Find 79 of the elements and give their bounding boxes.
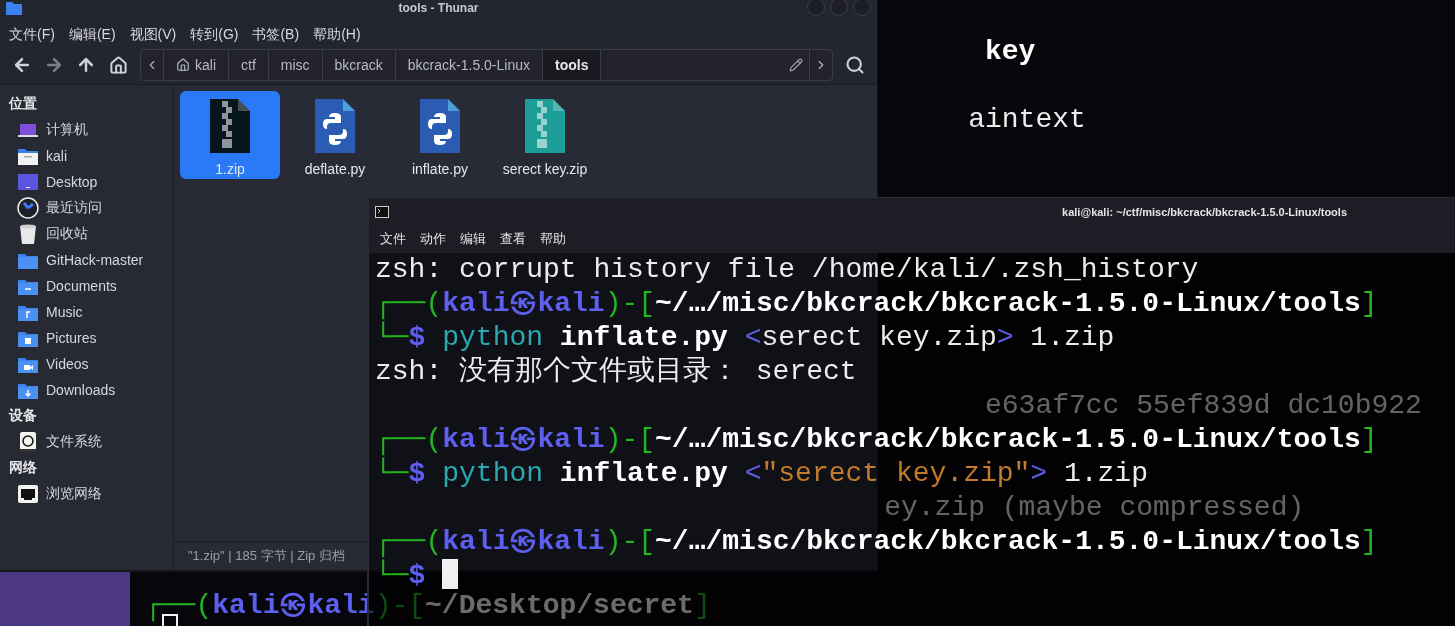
sidebar-heading: 网络 (8, 458, 38, 477)
terminal-line: aintext (968, 103, 1086, 137)
sidebar-label: Downloads (46, 382, 116, 398)
menu-item[interactable]: 转到(G) (183, 24, 246, 46)
menu-item[interactable]: 文件(F) (2, 24, 62, 46)
sidebar-label: Desktop (46, 174, 98, 190)
sidebar-label: 浏览网络 (46, 485, 102, 503)
arrow-right-icon (44, 55, 64, 75)
path-segment[interactable]: kali (164, 50, 229, 80)
terminal-line: zsh: 没有那个文件或目录： serect (375, 355, 857, 389)
menu-item[interactable]: 编辑 (453, 230, 493, 248)
path-segment[interactable]: tools (543, 50, 602, 80)
sidebar-item[interactable]: GitHack-master (0, 247, 173, 273)
sidebar-label: Videos (46, 356, 89, 372)
sidebar-label: 计算机 (46, 121, 88, 139)
sidebar-item[interactable]: 最近访问 (0, 195, 173, 221)
sidebar-item[interactable]: 浏览网络 (0, 481, 173, 507)
pencil-icon (789, 58, 803, 72)
file-name: deflate.py (304, 161, 366, 177)
sidebar-label: 文件系统 (46, 433, 102, 451)
home-icon (108, 55, 128, 75)
sidebar-heading: 设备 (7, 406, 38, 425)
path-segment[interactable]: misc (268, 50, 323, 80)
file-name: inflate.py (411, 161, 468, 177)
terminal-icon (375, 205, 389, 218)
file-item[interactable]: deflate.py (285, 91, 385, 179)
home-folder-icon (17, 146, 39, 166)
path-segment[interactable]: ctf (229, 50, 269, 80)
terminal-line: ┌──(kali㉿kali)-[~/…/misc/bkcrack/bkcrack-1.5.0-Linux/tools] (375, 423, 1378, 457)
search-icon (845, 55, 865, 75)
sidebar-label: Pictures (46, 330, 97, 346)
sidebar-item[interactable]: 文件系统 (0, 429, 173, 455)
sidebar-item[interactable]: Documents (0, 273, 173, 299)
path-segment[interactable]: bkcrack (322, 50, 396, 80)
terminal-line: ey.zip (maybe compressed) (884, 491, 1305, 525)
terminal-line: ┌──(kali㉿kali)-[~/…/misc/bkcrack/bkcrack-1.5.0-Linux/tools] (375, 525, 1378, 559)
menu-item[interactable]: 帮助 (533, 230, 573, 248)
menu-item[interactable]: 视图(V) (122, 24, 184, 46)
path-segment[interactable]: bkcrack-1.5.0-Linux (395, 50, 543, 80)
terminal-line: zsh: corrupt history file /home/kali/.zsh_history (375, 253, 1199, 287)
menu-item[interactable]: 帮助(H) (306, 24, 368, 46)
sidebar-item[interactable]: 回收站 (0, 221, 173, 247)
terminal-line: └─$ python inflate.py <serect key.zip> 1.zip (375, 321, 1115, 355)
file-name: 1.zip (215, 161, 245, 177)
menu-item[interactable]: 文件 (373, 230, 413, 248)
sidebar-item[interactable]: kali (0, 143, 173, 169)
home-icon (176, 58, 190, 72)
sidebar-label: Music (46, 304, 83, 320)
sidebar-label: Documents (46, 278, 117, 294)
terminal-line: key (985, 35, 1036, 69)
sidebar-item[interactable]: Downloads (0, 377, 173, 403)
trash-icon (17, 223, 39, 245)
terminal-line: e63af7cc 55ef839d dc10b922 (985, 389, 1422, 423)
network-port-icon (17, 484, 39, 504)
terminal-line: └─$ python inflate.py <"serect key.zip"> 1.zip (375, 457, 1148, 491)
sidebar-item[interactable]: Desktop (0, 169, 173, 195)
sidebar-item[interactable]: Videos (0, 351, 173, 377)
sidebar-label: 最近访问 (46, 199, 102, 217)
clock-icon (17, 197, 39, 219)
terminal-line: ┌──(kali㉿kali)-[~/…/misc/bkcrack/bkcrack-1.5.0-Linux/tools] (375, 287, 1378, 321)
sidebar-label: kali (46, 148, 67, 164)
menu-item[interactable]: 查看 (493, 230, 533, 248)
sidebar-label: GitHack-master (46, 252, 144, 268)
file-item[interactable]: inflate.py (390, 91, 490, 179)
menu-item[interactable]: 动作 (413, 230, 453, 248)
window-title: kali@kali: ~/ctf/misc/bkcrack/bkcrack-1.5.0-Linux/tools (1062, 205, 1347, 218)
desktop-icon (17, 172, 39, 192)
menu-item[interactable]: 书签(B) (245, 24, 307, 46)
window-title: tools - Thunar (398, 1, 479, 15)
file-item[interactable]: serect key.zip (495, 91, 595, 179)
file-name: serect key.zip (502, 161, 588, 177)
sidebar-item[interactable]: 计算机 (0, 117, 173, 143)
sidebar-item[interactable]: Pictures (0, 325, 173, 351)
menu-item[interactable]: 编辑(E) (61, 24, 123, 46)
sidebar-item[interactable]: Music (0, 299, 173, 325)
drive-icon (17, 431, 39, 453)
sidebar-label: 回收站 (46, 225, 88, 243)
status-text: "1.zip" | 185 字节 | Zip 归档 (188, 547, 345, 565)
sidebar-heading: 位置 (8, 94, 38, 113)
